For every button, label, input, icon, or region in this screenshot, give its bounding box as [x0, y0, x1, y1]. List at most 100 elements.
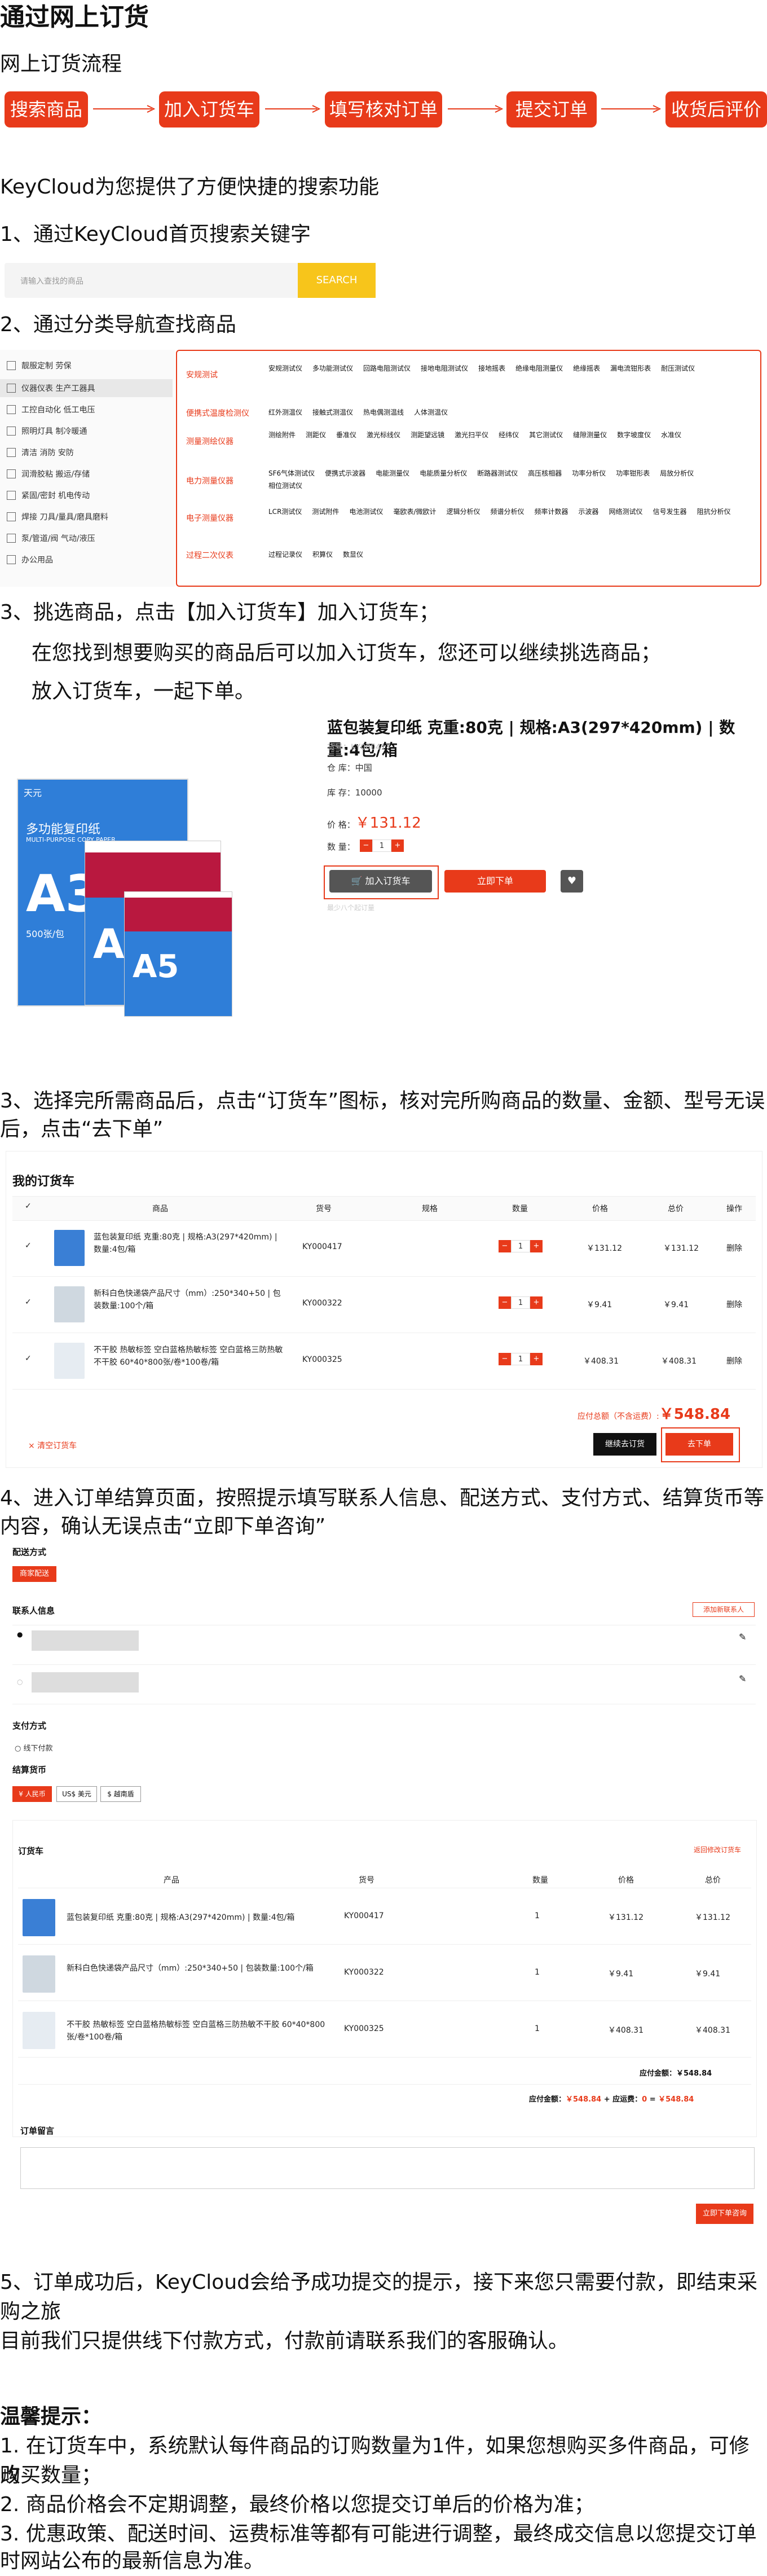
plus-icon[interactable]: +: [530, 1240, 543, 1252]
favorite-heart-icon[interactable]: ♥: [561, 870, 583, 893]
category-link[interactable]: 激光标线仪: [367, 429, 400, 441]
category-link[interactable]: 绝缘电阻测量仪: [515, 362, 563, 375]
currency-option-cny[interactable]: ¥ 人民币: [12, 1786, 52, 1802]
cart-item-name[interactable]: 蓝包装复印纸 克重:80克 | 规格:A3(297*420mm) | 数量:4包…: [94, 1231, 285, 1256]
category-link[interactable]: 激光扫平仪: [455, 429, 488, 441]
category-link[interactable]: LCR测试仪: [268, 505, 302, 518]
search-input[interactable]: 请输入查找的商品: [20, 275, 83, 287]
category-link[interactable]: 回路电阻测试仪: [363, 362, 411, 375]
checkbox-icon[interactable]: ✓: [25, 1241, 32, 1250]
category-link[interactable]: 示波器: [579, 505, 599, 518]
category-link[interactable]: 频谱分析仪: [491, 505, 524, 518]
category-link[interactable]: 测距望远镜: [411, 429, 444, 441]
category-item[interactable]: 靓服定制 劳保: [7, 360, 71, 371]
category-link[interactable]: 电池测试仪: [349, 505, 383, 518]
category-link[interactable]: 数字坡度仪: [617, 429, 651, 441]
checkbox-icon[interactable]: ✓: [25, 1354, 32, 1363]
currency-option-vnd[interactable]: $ 越南盾: [100, 1786, 141, 1802]
minus-icon[interactable]: −: [499, 1240, 511, 1252]
category-link[interactable]: 经纬仪: [499, 429, 519, 441]
quantity-stepper[interactable]: −1 +: [499, 1353, 543, 1365]
category-link[interactable]: 相位测试仪: [268, 480, 302, 492]
category-item[interactable]: 紧固/密封 机电传动: [7, 490, 90, 501]
category-link[interactable]: 人体测温仪: [414, 406, 448, 419]
category-section-title[interactable]: 安规测试: [186, 369, 218, 380]
minus-icon[interactable]: −: [499, 1353, 511, 1365]
radio-icon[interactable]: ○: [17, 1678, 23, 1686]
category-section-title[interactable]: 过程二次仪表: [186, 550, 233, 561]
cart-item-name[interactable]: 新科白色快递袋产品尺寸（mm）:250*340+50 | 包装数量:100个/箱: [94, 1287, 285, 1312]
category-item[interactable]: 办公用品: [7, 554, 53, 565]
category-link[interactable]: 电能质量分析仪: [420, 467, 467, 480]
edit-icon[interactable]: ✎: [739, 1673, 746, 1684]
category-link[interactable]: SF6气体测试仪: [268, 467, 315, 480]
minus-icon[interactable]: −: [499, 1296, 511, 1309]
category-link[interactable]: 电能测量仪: [376, 467, 409, 480]
category-link[interactable]: 安规测试仪: [268, 362, 302, 375]
category-link[interactable]: 其它测试仪: [529, 429, 563, 441]
category-link[interactable]: 测绘附件: [268, 429, 296, 441]
category-link[interactable]: 逻辑分析仪: [446, 505, 480, 518]
category-link[interactable]: 阻抗分析仪: [697, 505, 731, 518]
back-to-cart-link[interactable]: 返回修改订货车: [694, 1845, 741, 1854]
category-item[interactable]: 照明灯具 制冷暖通: [7, 425, 87, 437]
order-message-textarea[interactable]: [20, 2147, 755, 2189]
quantity-stepper[interactable]: −1 +: [360, 839, 404, 852]
category-link[interactable]: 多功能测试仪: [312, 362, 353, 375]
category-link[interactable]: 毫欧表/微欧计: [393, 505, 436, 518]
delete-link[interactable]: 删除: [726, 1355, 742, 1366]
category-link[interactable]: 频率计数器: [535, 505, 568, 518]
category-item[interactable]: 泵/管道/阀 气动/液压: [7, 533, 95, 544]
category-link[interactable]: 接地摇表: [478, 362, 505, 375]
plus-icon[interactable]: +: [391, 839, 404, 852]
currency-option-usd[interactable]: US$ 美元: [56, 1786, 97, 1802]
category-link[interactable]: 测距仪: [306, 429, 326, 441]
category-link[interactable]: 数显仪: [343, 548, 363, 561]
category-item-active[interactable]: 仪器仪表 生产工器具: [0, 379, 173, 397]
add-contact-button[interactable]: 添加新联系人: [693, 1602, 755, 1617]
category-link[interactable]: 过程记录仪: [268, 548, 302, 561]
clear-cart-link[interactable]: × 清空订货车: [28, 1440, 77, 1451]
category-link[interactable]: 功率钳形表: [616, 467, 650, 480]
category-link[interactable]: 断路器测试仪: [477, 467, 518, 480]
cart-item-name[interactable]: 不干胶 热敏标签 空白蓝格热敏标签 空白蓝格三防热敏不干胶 60*40*800张…: [94, 1344, 285, 1369]
minus-icon[interactable]: −: [360, 839, 372, 852]
category-item[interactable]: 清洁 消防 安防: [7, 447, 74, 458]
category-link[interactable]: 功率分析仪: [572, 467, 606, 480]
add-cart-button[interactable]: 🛒 加入订货车: [329, 870, 432, 893]
edit-icon[interactable]: ✎: [739, 1632, 746, 1642]
category-section-title[interactable]: 电子测量仪器: [186, 512, 233, 524]
submit-order-button[interactable]: 立即下单咨询: [696, 2204, 753, 2224]
category-item[interactable]: 润滑胶粘 搬运/存储: [7, 468, 90, 480]
category-link[interactable]: 接触式测温仪: [312, 406, 353, 419]
checkbox-icon[interactable]: ✓: [25, 1298, 32, 1307]
category-link[interactable]: 网络测试仪: [609, 505, 643, 518]
category-link[interactable]: 局放分析仪: [660, 467, 694, 480]
checkout-button[interactable]: 去下单: [665, 1433, 733, 1456]
category-section-title[interactable]: 测量测绘仪器: [186, 436, 233, 447]
search-button[interactable]: SEARCH: [298, 263, 376, 298]
category-link[interactable]: 热电偶测温线: [363, 406, 404, 419]
delivery-option[interactable]: 商家配送: [12, 1566, 56, 1582]
category-link[interactable]: 积算仪: [312, 548, 333, 561]
category-link[interactable]: 接地电阻测试仪: [421, 362, 468, 375]
plus-icon[interactable]: +: [530, 1353, 543, 1365]
buy-now-button[interactable]: 立即下单: [444, 870, 546, 893]
delete-link[interactable]: 删除: [726, 1242, 742, 1254]
category-link[interactable]: 红外测温仪: [268, 406, 302, 419]
category-link[interactable]: 绝缘摇表: [573, 362, 600, 375]
quantity-stepper[interactable]: −1 +: [499, 1296, 543, 1309]
continue-shopping-button[interactable]: 继续去订货: [593, 1433, 656, 1456]
category-section-title[interactable]: 电力测量仪器: [186, 475, 233, 486]
quantity-stepper[interactable]: −1 +: [499, 1240, 543, 1252]
category-link[interactable]: 便携式示波器: [325, 467, 365, 480]
radio-selected-icon[interactable]: ●: [17, 1630, 23, 1638]
contact-redacted[interactable]: [32, 1672, 139, 1693]
category-item[interactable]: 焊接 刀具/量具/磨具磨料: [7, 511, 108, 522]
category-link[interactable]: 耐压测试仪: [661, 362, 695, 375]
category-link[interactable]: 缝隙测量仪: [573, 429, 607, 441]
category-link[interactable]: 测试附件: [312, 505, 339, 518]
category-link[interactable]: 水准仪: [661, 429, 681, 441]
category-item[interactable]: 工控自动化 低工电压: [7, 404, 95, 415]
category-section-title[interactable]: 便携式温度检测仪: [186, 407, 249, 419]
